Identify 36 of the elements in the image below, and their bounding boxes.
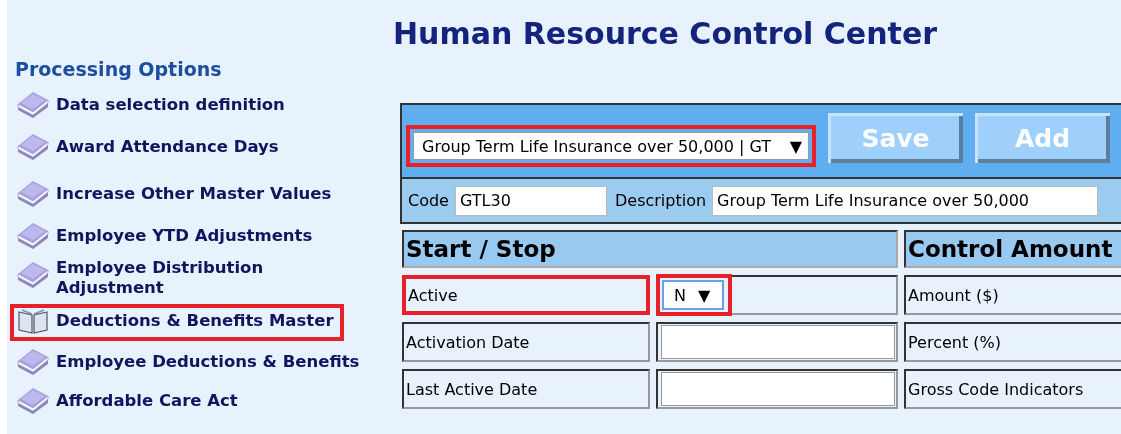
description-field[interactable]: Group Term Life Insurance over 50,000 bbox=[712, 185, 1099, 216]
book-stack-icon bbox=[16, 180, 50, 208]
description-label: Description bbox=[614, 191, 707, 210]
page-title: Human Resource Control Center bbox=[392, 16, 939, 51]
dropdown-arrow-icon: ▼ bbox=[697, 285, 711, 305]
book-stack-icon bbox=[16, 222, 50, 250]
sidebar-item[interactable]: Employee Deductions & Benefits bbox=[10, 345, 370, 382]
book-stack-icon bbox=[16, 133, 50, 161]
book-stack-icon bbox=[16, 91, 50, 119]
field-label: Activation Date bbox=[402, 322, 650, 362]
dropdown-arrow-icon: ▼ bbox=[789, 136, 802, 156]
date-field[interactable] bbox=[661, 325, 895, 359]
field-label: Active bbox=[402, 275, 650, 315]
section-header: Control Amount bbox=[904, 230, 1121, 268]
sidebar-item[interactable]: Employee Distribution Adjustment bbox=[10, 258, 296, 304]
field-label: Amount ($) bbox=[904, 275, 1121, 315]
field-label: Percent (%) bbox=[904, 322, 1121, 362]
sidebar-item[interactable]: Affordable Care Act bbox=[10, 384, 248, 421]
sidebar-item[interactable]: Employee YTD Adjustments bbox=[10, 219, 323, 256]
date-field[interactable] bbox=[661, 372, 895, 406]
sidebar-item[interactable]: Data selection definition bbox=[10, 88, 295, 125]
active-dropdown[interactable]: N ▼ bbox=[662, 280, 724, 310]
code-field[interactable]: GTL30 bbox=[454, 185, 607, 216]
book-stack-icon bbox=[16, 348, 50, 376]
sidebar-item[interactable]: Deductions & Benefits Master bbox=[10, 304, 344, 341]
section-header: Start / Stop bbox=[402, 230, 898, 268]
sidebar-item[interactable]: Award Attendance Days bbox=[10, 130, 289, 167]
sidebar-item[interactable]: Increase Other Master Values bbox=[10, 177, 342, 214]
field-label: Gross Code Indicators bbox=[904, 369, 1121, 409]
book-stack-icon bbox=[16, 387, 50, 415]
open-book-icon bbox=[16, 307, 50, 335]
book-stack-icon bbox=[16, 261, 50, 289]
code-label: Code bbox=[408, 191, 449, 210]
record-dropdown[interactable]: Group Term Life Insurance over 50,000 | GT ▼ bbox=[413, 132, 809, 160]
sidebar-heading: Processing Options bbox=[15, 58, 223, 80]
field-label: Last Active Date bbox=[402, 369, 650, 409]
